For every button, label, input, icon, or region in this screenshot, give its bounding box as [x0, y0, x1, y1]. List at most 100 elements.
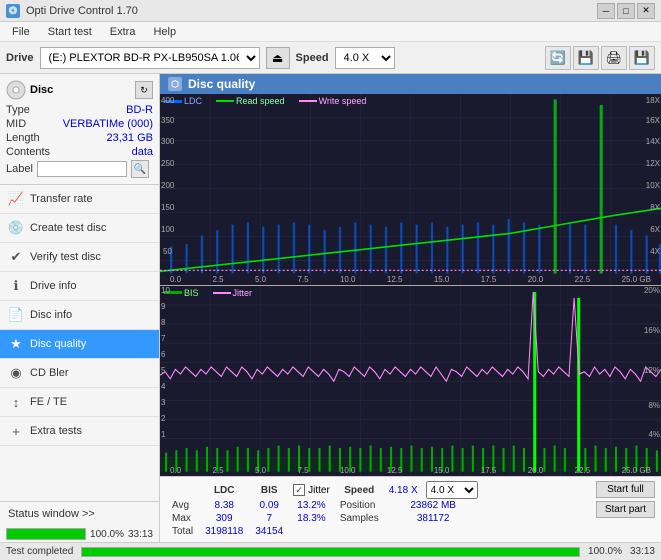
create-test-disc-label: Create test disc: [30, 222, 106, 234]
start-part-button[interactable]: Start part: [596, 501, 655, 518]
drive-toolbar: Drive (E:) PLEXTOR BD-R PX-LB950SA 1.06 …: [0, 42, 661, 74]
nav-extra-tests[interactable]: + Extra tests: [0, 417, 159, 446]
ldc-header: LDC: [199, 481, 249, 499]
menu-help[interactable]: Help: [145, 24, 184, 40]
avg-jitter: 13.2%: [289, 499, 334, 512]
speed-select-toolbar[interactable]: 4.0 X: [335, 47, 395, 69]
content-area: ⬡ Disc quality: [160, 74, 661, 542]
avg-ldc: 8.38: [199, 499, 249, 512]
title-bar: 💿 Opti Drive Control 1.70 ─ □ ✕: [0, 0, 661, 22]
eject-button[interactable]: ⏏: [266, 47, 290, 69]
drive-select[interactable]: (E:) PLEXTOR BD-R PX-LB950SA 1.06: [40, 47, 260, 69]
type-label: Type: [6, 104, 30, 116]
sidebar-time-text: 33:13: [128, 529, 153, 540]
maximize-button[interactable]: □: [617, 3, 635, 19]
label-label: Label: [6, 163, 33, 175]
quality-header: ⬡ Disc quality: [160, 74, 661, 94]
max-label: Max: [166, 512, 199, 525]
toolbar-icon-1[interactable]: 🔄: [545, 46, 571, 70]
disc-scan-button[interactable]: ↻: [135, 81, 153, 99]
total-bis: 34154: [249, 525, 289, 538]
max-ldc: 309: [199, 512, 249, 525]
create-test-disc-icon: 💿: [8, 220, 24, 236]
legend-ldc: LDC: [184, 96, 202, 106]
stats-table: LDC BIS ✓ Jitter Speed 4.18 X: [166, 481, 482, 538]
samples-label: Samples: [334, 512, 385, 525]
bottom-progress-container: [81, 547, 580, 557]
jitter-label: Jitter: [308, 485, 330, 496]
nav-fe-te[interactable]: ↕ FE / TE: [0, 388, 159, 417]
mid-value: VERBATIMe (000): [63, 118, 153, 130]
jitter-checkbox[interactable]: ✓: [293, 484, 305, 496]
disc-panel: Disc ↻ Type BD-R MID VERBATIMe (000) Len…: [0, 74, 159, 185]
menu-start-test[interactable]: Start test: [40, 24, 100, 40]
toolbar-icon-2[interactable]: 💾: [573, 46, 599, 70]
stats-footer: LDC BIS ✓ Jitter Speed 4.18 X: [160, 476, 661, 542]
contents-label: Contents: [6, 146, 50, 158]
menu-extra[interactable]: Extra: [102, 24, 144, 40]
cd-bler-label: CD Bler: [30, 367, 69, 379]
position-value: 23862 MB: [385, 499, 482, 512]
start-full-button[interactable]: Start full: [596, 481, 655, 498]
speed-label: Speed: [296, 52, 329, 64]
app-icon: 💿: [6, 4, 20, 18]
total-label: Total: [166, 525, 199, 538]
transfer-rate-label: Transfer rate: [30, 193, 93, 205]
quality-panel: ⬡ Disc quality: [160, 74, 661, 542]
legend-jitter: Jitter: [233, 288, 253, 298]
disc-quality-icon: ★: [8, 336, 24, 352]
extra-tests-icon: +: [8, 423, 24, 439]
disc-icon: [6, 80, 26, 100]
close-button[interactable]: ✕: [637, 3, 655, 19]
disc-info-icon: 📄: [8, 307, 24, 323]
toolbar-icon-3[interactable]: 🖨: [601, 46, 627, 70]
status-completed-text: Test completed: [6, 546, 73, 557]
menu-bar: File Start test Extra Help: [0, 22, 661, 42]
menu-file[interactable]: File: [4, 24, 38, 40]
nav-drive-info[interactable]: ℹ Drive info: [0, 272, 159, 301]
extra-tests-label: Extra tests: [30, 425, 82, 437]
legend-read-speed: Read speed: [236, 96, 285, 106]
nav-verify-test-disc[interactable]: ✔ Verify test disc: [0, 243, 159, 272]
nav-disc-info[interactable]: 📄 Disc info: [0, 301, 159, 330]
toolbar-icon-save[interactable]: 💾: [629, 46, 655, 70]
charts-container: LDC Read speed Write speed 400: [160, 94, 661, 476]
sidebar-progress-text: 100.0%: [90, 529, 124, 540]
verify-test-disc-label: Verify test disc: [30, 251, 101, 263]
fe-te-icon: ↕: [8, 394, 24, 410]
minimize-button[interactable]: ─: [597, 3, 615, 19]
transfer-rate-icon: 📈: [8, 191, 24, 207]
bottom-progress-fill: [82, 548, 579, 556]
bottom-progress-text: 100.0%: [588, 546, 622, 557]
status-window-label: Status window >>: [8, 508, 95, 520]
status-window-button[interactable]: Status window >>: [0, 502, 159, 526]
length-label: Length: [6, 132, 40, 144]
nav-create-test-disc[interactable]: 💿 Create test disc: [0, 214, 159, 243]
status-bar: Status window >> 100.0% 33:13: [0, 501, 159, 542]
avg-label: Avg: [166, 499, 199, 512]
label-search-button[interactable]: 🔍: [131, 160, 149, 178]
label-input[interactable]: [37, 161, 127, 177]
avg-bis: 0.09: [249, 499, 289, 512]
app-title: Opti Drive Control 1.70: [26, 5, 138, 17]
speed-label-header: Speed: [334, 481, 385, 499]
contents-value: data: [132, 146, 153, 158]
nav-cd-bler[interactable]: ◉ CD Bler: [0, 359, 159, 388]
cd-bler-icon: ◉: [8, 365, 24, 381]
quality-title: Disc quality: [188, 77, 255, 91]
total-ldc: 3198118: [199, 525, 249, 538]
sidebar: Disc ↻ Type BD-R MID VERBATIMe (000) Len…: [0, 74, 160, 542]
chart-bottom: BIS Jitter 10 9 8 7 6 5: [160, 286, 661, 477]
samples-value: 381172: [385, 512, 482, 525]
max-jitter: 18.3%: [289, 512, 334, 525]
nav-disc-quality[interactable]: ★ Disc quality: [0, 330, 159, 359]
quality-header-icon: ⬡: [168, 77, 182, 91]
sidebar-progress-bar-container: [6, 528, 86, 540]
disc-quality-label: Disc quality: [30, 338, 86, 350]
speed-select-stats[interactable]: 4.0 X: [426, 481, 478, 499]
drive-info-label: Drive info: [30, 280, 76, 292]
legend-write-speed: Write speed: [319, 96, 367, 106]
nav-transfer-rate[interactable]: 📈 Transfer rate: [0, 185, 159, 214]
sidebar-progress-bar-fill: [7, 529, 85, 539]
bottom-time-text: 33:13: [630, 546, 655, 557]
